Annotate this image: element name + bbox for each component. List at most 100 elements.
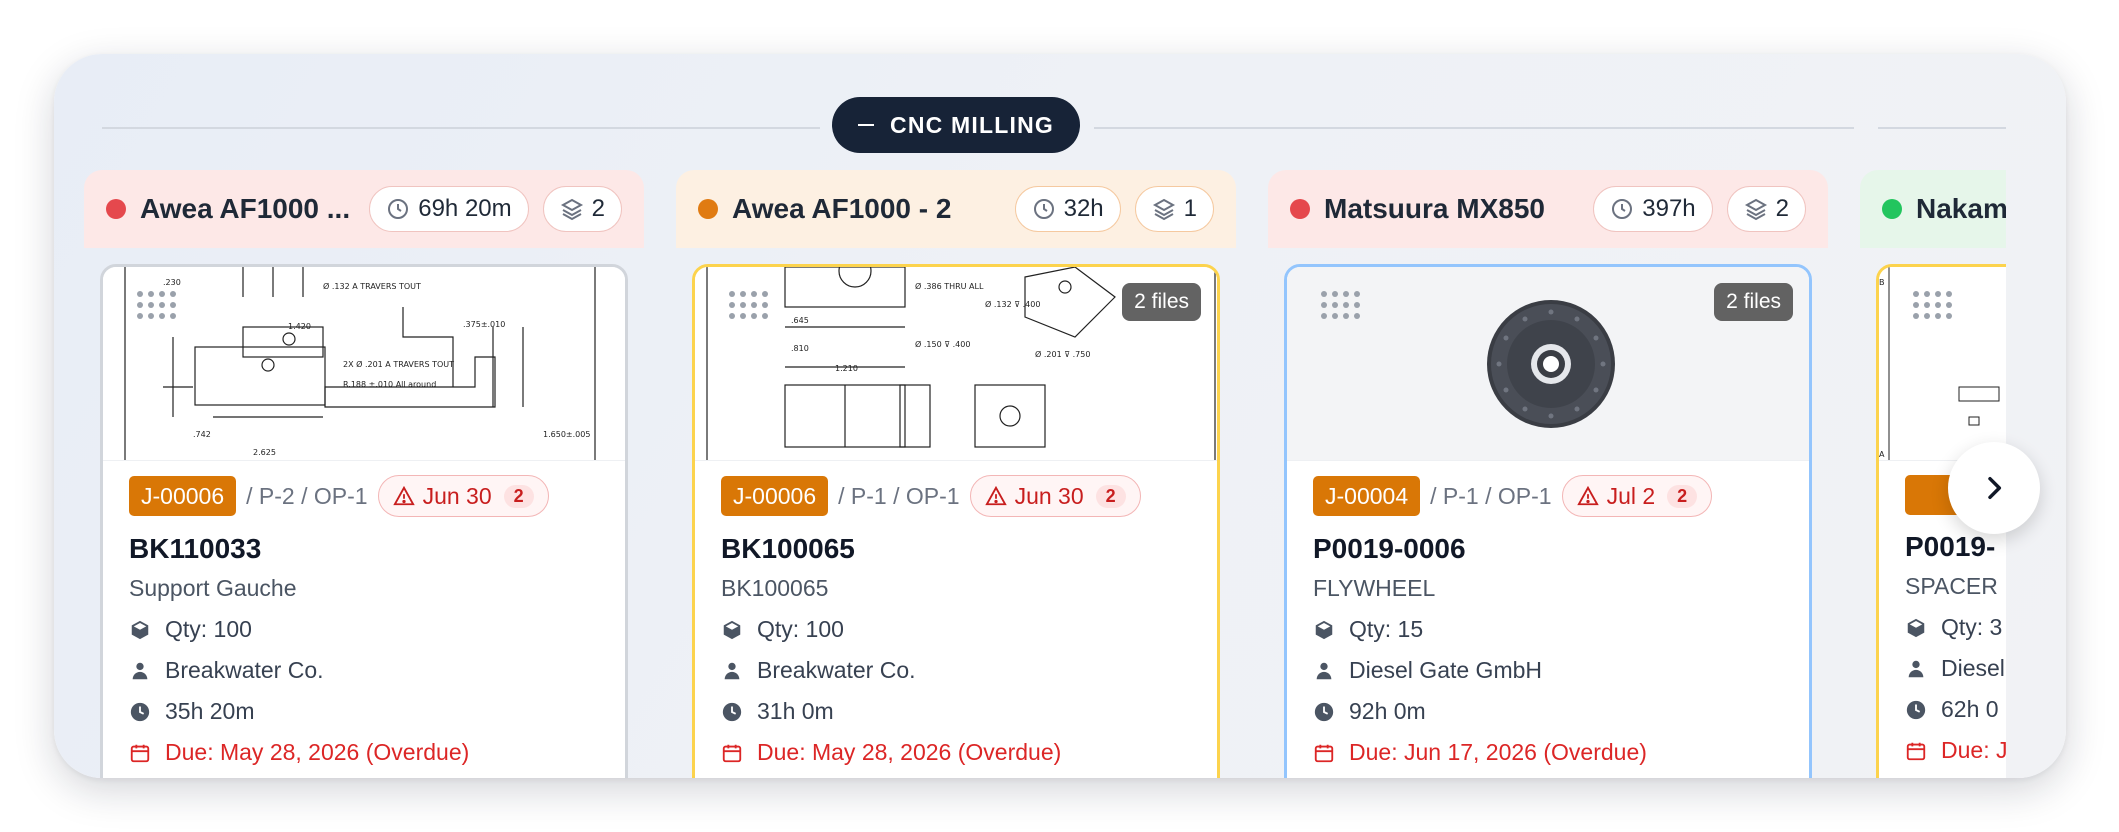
clock-icon	[388, 199, 409, 219]
qty-row: Qty: 15	[1313, 616, 1809, 643]
job-number-tag[interactable]: J-00004	[1313, 476, 1421, 516]
machine-column-header: Nakam	[1860, 170, 2006, 248]
machine-time: 69h 20m	[418, 195, 512, 222]
svg-text:.230: .230	[163, 278, 181, 287]
machine-column-header: Awea AF1000 ... 69h 20m 2	[84, 170, 644, 248]
drag-handle-icon[interactable]	[137, 291, 176, 319]
part-number: P0019-	[1905, 531, 1996, 562]
due-date-text: Due: May 28, 2026 (Overdue)	[757, 739, 1062, 765]
svg-text:.810: .810	[791, 344, 809, 353]
user-icon	[132, 662, 148, 679]
calendar-icon	[1314, 744, 1334, 762]
svg-text:A: A	[1879, 450, 1885, 459]
svg-text:1.420: 1.420	[288, 322, 311, 331]
job-meta-row: J-00004 / P-1 / OP-1 Jul 2 2	[1313, 475, 1809, 517]
drawing-preview-icon: Ø .132 A TRAVERS TOUT 1.420 2X Ø .201 A T…	[124, 267, 596, 460]
group-toggle-cnc-milling[interactable]: CNC MILLING	[832, 97, 1080, 153]
machine-time-chip: 397h	[1593, 186, 1713, 232]
warning-icon	[1576, 485, 1599, 506]
collapse-icon	[858, 124, 875, 126]
machine-jobs-count: 1	[1183, 195, 1197, 222]
machine-jobs-chip: 2	[542, 186, 622, 232]
group-divider-left	[102, 127, 820, 129]
machine-time: 397h	[1642, 195, 1696, 222]
calendar-icon	[130, 744, 150, 762]
machine-time-chip: 32h	[1014, 186, 1121, 232]
layers-icon	[1744, 198, 1767, 221]
chevron-right-icon	[1988, 476, 2002, 500]
qty-text: Qty: 100	[757, 616, 844, 642]
job-meta-row: J-00006 / P-2 / OP-1 Jun 30 2	[129, 475, 625, 517]
machine-time-chip: 69h 20m	[369, 186, 529, 232]
part-number: BK100065	[721, 533, 855, 564]
user-icon	[724, 662, 740, 679]
machine-status-dot	[1882, 199, 1902, 219]
svg-text:Ø .132 A TRAVERS TOUT: Ø .132 A TRAVERS TOUT	[323, 281, 421, 291]
user-icon	[1316, 662, 1332, 679]
drawing-thumbnail[interactable]: Ø .132 A TRAVERS TOUT 1.420 2X Ø .201 A T…	[103, 267, 625, 461]
scroll-next-button[interactable]	[1948, 442, 2040, 534]
due-warning-chip: Jul 2 2	[1561, 475, 1713, 517]
svg-text:2X Ø .201 A TRAVERS TOUT: 2X Ø .201 A TRAVERS TOUT	[343, 359, 454, 369]
group-label: CNC MILLING	[890, 111, 1054, 138]
part-name: Support Gauche	[129, 575, 297, 601]
machine-jobs-chip: 1	[1134, 186, 1214, 232]
box-icon	[1315, 620, 1333, 639]
due-date-text: Due: May 28, 2026 (Overdue)	[165, 739, 470, 765]
clock-filled-icon	[1314, 702, 1334, 721]
clock-filled-icon	[1906, 700, 1926, 719]
qty-row: Qty: 100	[129, 616, 625, 643]
svg-text:Ø .150 ⊽ .400: Ø .150 ⊽ .400	[915, 339, 970, 349]
svg-text:B: B	[1879, 278, 1885, 287]
svg-text:.645: .645	[791, 316, 809, 325]
duration-text: 92h 0m	[1349, 698, 1426, 724]
group-divider-far-right	[1878, 127, 2006, 129]
machine-column: Awea AF1000 ... 69h 20m 2 Ø .132 A TRAVE…	[84, 170, 644, 778]
due-count: 2	[1095, 484, 1126, 508]
drag-handle-icon[interactable]	[729, 291, 768, 319]
customer-row: Breakwater Co.	[129, 657, 625, 684]
customer-text: Breakwater Co.	[165, 657, 324, 683]
svg-text:Ø .132 ⊽ .400: Ø .132 ⊽ .400	[985, 299, 1040, 309]
files-count-badge[interactable]: 2 files	[1122, 283, 1201, 321]
svg-text:1.210: 1.210	[835, 364, 858, 373]
job-card[interactable]: Ø .132 A TRAVERS TOUT 1.420 2X Ø .201 A T…	[100, 264, 628, 778]
duration-text: 31h 0m	[757, 698, 834, 724]
job-card[interactable]: 2 files J-00004 / P-1 / OP-1 Jul 2 2 P00…	[1284, 264, 1812, 778]
drawing-thumbnail[interactable]: BA	[1879, 267, 2006, 461]
due-count: 2	[503, 484, 534, 508]
job-card[interactable]: Ø .386 THRU ALL Ø .132 ⊽ .400 Ø .150 ⊽ .4…	[692, 264, 1220, 778]
machine-status-dot	[1290, 199, 1310, 219]
qty-row: Qty: 100	[721, 616, 1217, 643]
job-meta-row: J-00006 / P-1 / OP-1 Jun 30 2	[721, 475, 1217, 517]
due-date-row: Due: May 28, 2026 (Overdue)	[721, 739, 1217, 766]
clock-icon	[1033, 199, 1054, 219]
files-count-badge[interactable]: 2 files	[1714, 283, 1793, 321]
duration-row: 62h 0	[1905, 696, 2006, 723]
customer-row: Breakwater Co.	[721, 657, 1217, 684]
machine-column-header: Matsuura MX850 397h 2	[1268, 170, 1828, 248]
machine-jobs-count: 2	[591, 195, 605, 222]
drag-handle-icon[interactable]	[1913, 291, 1952, 319]
part-thumbnail[interactable]: 2 files	[1287, 267, 1809, 461]
svg-text:2.625: 2.625	[253, 448, 276, 457]
job-number-tag[interactable]: J-00006	[129, 476, 237, 516]
part-number: BK110033	[129, 533, 262, 564]
drag-handle-icon[interactable]	[1321, 291, 1360, 319]
user-icon	[1908, 660, 1924, 677]
machine-name: Nakam	[1916, 193, 2006, 224]
drawing-thumbnail[interactable]: Ø .386 THRU ALL Ø .132 ⊽ .400 Ø .150 ⊽ .4…	[695, 267, 1217, 461]
job-number-tag[interactable]: J-00006	[721, 476, 829, 516]
duration-row: 31h 0m	[721, 698, 1217, 725]
machine-status-dot	[106, 199, 126, 219]
machine-column-header: Awea AF1000 - 2 32h 1	[676, 170, 1236, 248]
svg-text:.375±.010: .375±.010	[463, 320, 505, 329]
board-frame: CNC MILLING Awea AF1000 ... 69h 20m 2 Ø …	[54, 54, 2066, 778]
customer-row: Diesel	[1905, 655, 2006, 682]
svg-text:1.650±.005: 1.650±.005	[543, 430, 590, 439]
layers-icon	[1152, 198, 1175, 221]
due-date-row: Due: Jun 17, 2026 (Overdue)	[1313, 739, 1809, 766]
clock-filled-icon	[130, 702, 150, 721]
machine-jobs-count: 2	[1775, 195, 1789, 222]
due-short: Jul 2	[1606, 482, 1656, 509]
